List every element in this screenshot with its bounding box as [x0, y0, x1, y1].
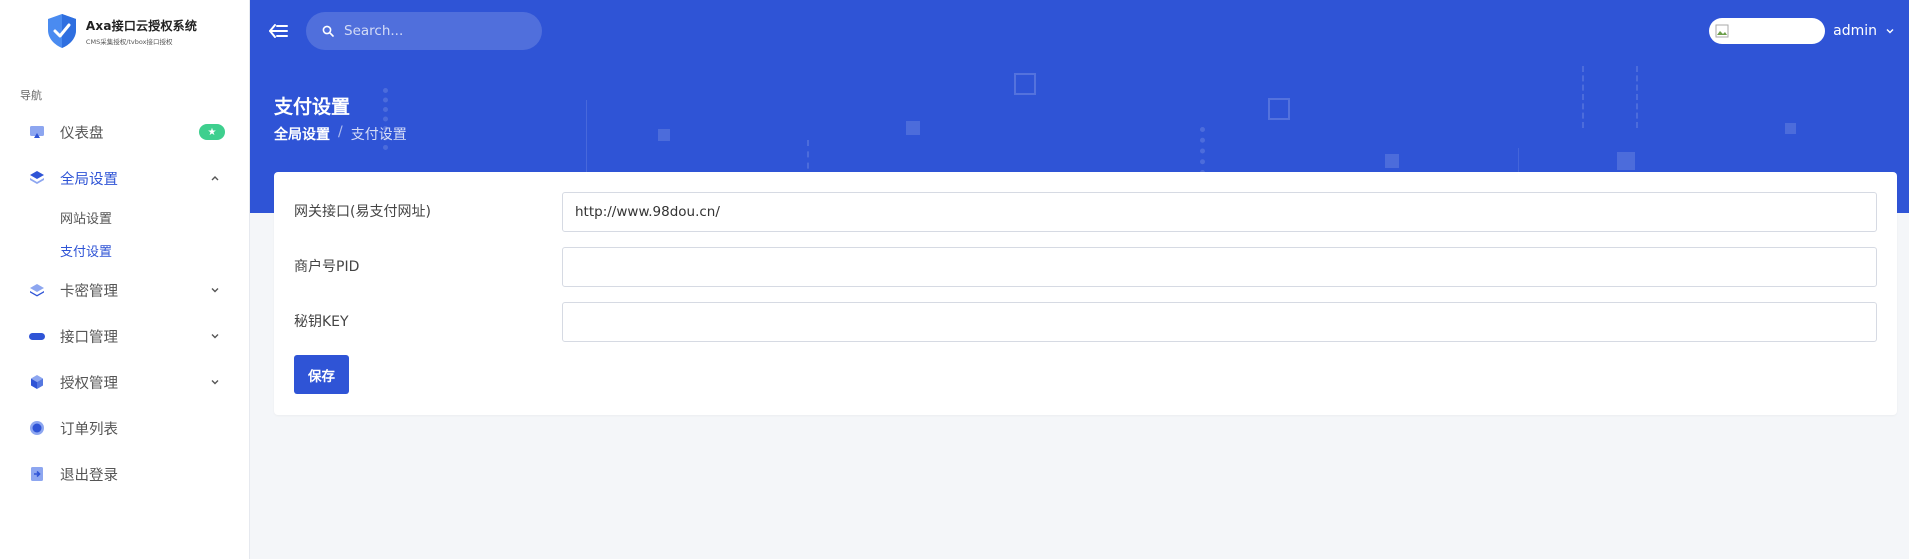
chevron-down-icon [211, 288, 219, 293]
brand-subtitle: CMS采集授权/tvbox接口授权 [85, 37, 173, 46]
sidebar-item-label: 订单列表 [60, 421, 118, 438]
payment-settings-card: 网关接口(易支付网址) 商户号PID 秘钥KEY 保存 [274, 172, 1897, 415]
chevron-down-icon [1886, 29, 1894, 34]
gateway-label: 网关接口(易支付网址) [294, 204, 431, 220]
star-badge: ★ [199, 124, 225, 140]
brand[interactable]: Axa接口云授权系统 CMS采集授权/tvbox接口授权 [0, 0, 249, 62]
decoration [1785, 123, 1796, 134]
brand-title: Axa接口云授权系统 [85, 18, 198, 33]
sidebar-item-logout[interactable]: 退出登录 [0, 451, 249, 497]
sidebar-item-global-settings[interactable]: 全局设置 [0, 155, 249, 201]
page-title: 支付设置 [274, 96, 351, 118]
topbar: admin [250, 0, 1909, 62]
user-menu[interactable]: admin [1709, 18, 1895, 44]
decoration [1582, 66, 1584, 128]
sidebar-item-license-management[interactable]: 授权管理 [0, 359, 249, 405]
decoration [1617, 152, 1635, 170]
search-icon [322, 25, 334, 37]
breadcrumb-current: 支付设置 [350, 127, 407, 143]
avatar [1709, 18, 1826, 44]
user-name: admin [1833, 23, 1877, 39]
sidebar-item-label: 退出登录 [60, 467, 118, 484]
form-row-gateway: 网关接口(易支付网址) [294, 192, 1877, 232]
cube-icon [29, 374, 45, 390]
nav-heading: 导航 [20, 89, 42, 102]
decoration [1200, 127, 1205, 175]
form-row-key: 秘钥KEY [294, 302, 1877, 342]
sidebar-item-label: 全局设置 [60, 171, 118, 188]
pill-icon [29, 328, 45, 344]
broken-image-icon [1715, 24, 1729, 38]
chevron-down-icon [211, 334, 219, 339]
sidebar-item-dashboard[interactable]: 仪表盘 ★ [0, 109, 249, 155]
chevron-up-icon [211, 176, 219, 181]
sidebar-item-label: 接口管理 [60, 329, 118, 346]
form-row-pid: 商户号PID [294, 247, 1877, 287]
decoration [586, 100, 587, 180]
decoration [1385, 154, 1399, 168]
decoration [1014, 73, 1036, 95]
sidebar-item-label: 授权管理 [60, 375, 118, 392]
decoration [1636, 66, 1638, 128]
menu-collapse-icon[interactable] [266, 19, 290, 43]
circle-icon [29, 420, 45, 436]
decoration [658, 129, 670, 141]
breadcrumb-item[interactable]: 全局设置 [274, 124, 330, 144]
sidebar-subitem-payment-settings[interactable]: 支付设置 [0, 234, 249, 267]
logout-icon [29, 466, 45, 482]
save-button[interactable]: 保存 [294, 355, 349, 394]
merchant-pid-label: 商户号PID [294, 259, 360, 275]
secret-key-input[interactable] [562, 302, 1877, 342]
chevron-down-icon [211, 380, 219, 385]
secret-key-label: 秘钥KEY [294, 314, 349, 330]
sidebar-subitem-site-settings[interactable]: 网站设置 [0, 201, 249, 234]
decoration [1268, 98, 1290, 120]
layers-icon [29, 170, 45, 186]
breadcrumb-separator: / [338, 124, 343, 140]
search-box[interactable] [306, 12, 542, 50]
sidebar-item-card-keys[interactable]: 卡密管理 [0, 267, 249, 313]
gateway-url-input[interactable] [562, 192, 1877, 232]
decoration [906, 121, 920, 135]
breadcrumb: 全局设置 / 支付设置 [274, 124, 407, 144]
sidebar-item-label: 仪表盘 [60, 125, 104, 142]
shield-logo-icon [47, 14, 76, 48]
sidebar-item-label: 卡密管理 [60, 283, 118, 300]
stack-icon [29, 282, 45, 298]
search-input[interactable] [344, 23, 524, 39]
sidebar-item-api-management[interactable]: 接口管理 [0, 313, 249, 359]
sidebar-item-orders[interactable]: 订单列表 [0, 405, 249, 451]
dashboard-icon [29, 124, 45, 140]
sidebar: Axa接口云授权系统 CMS采集授权/tvbox接口授权 导航 仪表盘 ★ 全局… [0, 0, 250, 559]
merchant-pid-input[interactable] [562, 247, 1877, 287]
